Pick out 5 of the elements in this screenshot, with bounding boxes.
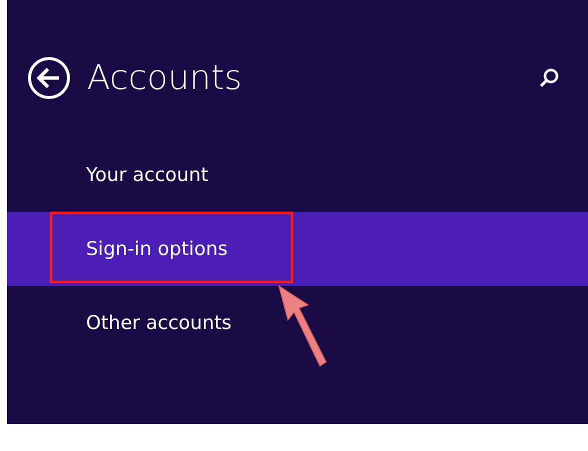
menu-item[interactable]: Other accounts xyxy=(7,286,588,360)
search-icon[interactable] xyxy=(538,67,560,89)
menu-item[interactable]: Sign-in options xyxy=(7,212,588,286)
page-title: Accounts xyxy=(87,61,242,95)
menu-item[interactable]: Your account xyxy=(7,138,588,212)
